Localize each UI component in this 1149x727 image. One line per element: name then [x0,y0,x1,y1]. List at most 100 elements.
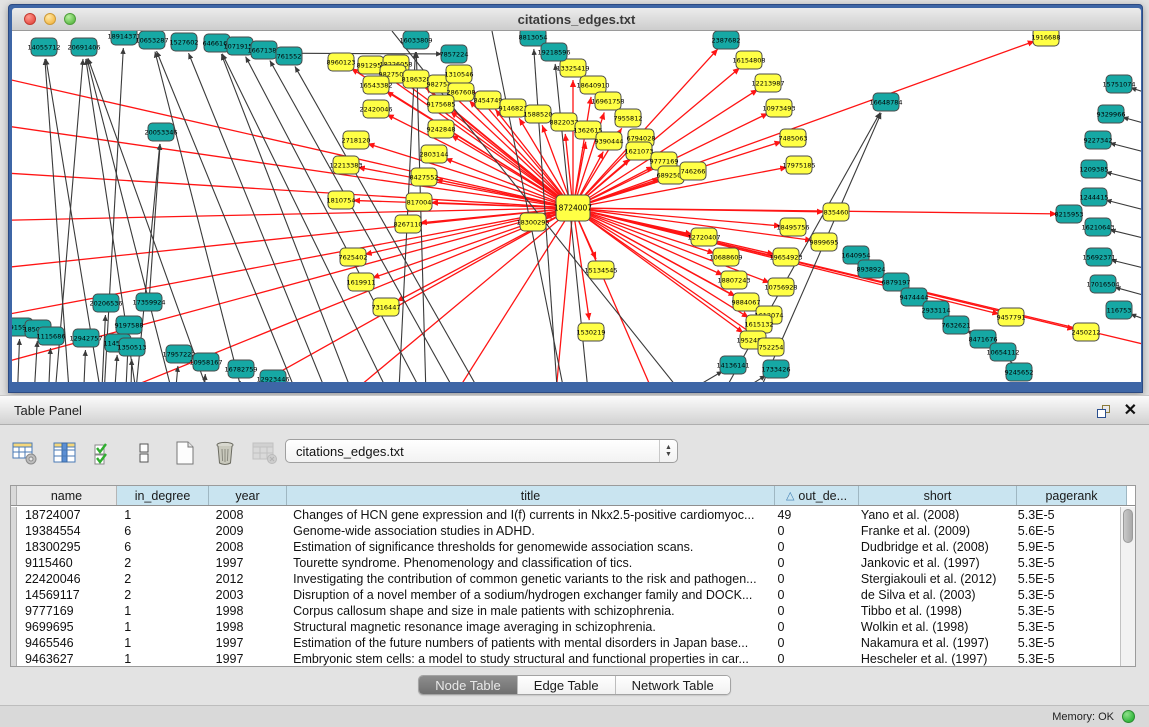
graph-node[interactable]: 9899695 [810,233,839,251]
graph-node[interactable]: 20053346 [144,123,177,141]
table-row[interactable]: 911546021997Tourette syndrome. Phenomeno… [11,555,1119,571]
table-row[interactable]: 946554611997Estimation of the future num… [11,635,1119,651]
graph-node[interactable]: 7632621 [942,316,971,334]
table-cell-title[interactable]: Changes of HCN gene expression and I(f) … [285,507,769,523]
graph-node[interactable]: 12923446 [256,370,289,382]
tab-node-table[interactable]: Node Table [419,676,518,694]
graph-node[interactable]: 116753 [1106,301,1132,319]
graph-node[interactable]: 761552 [276,47,302,65]
table-row[interactable]: 1938455462009Genome-wide association stu… [11,523,1119,539]
graph-node[interactable]: 16210643 [1081,218,1114,236]
graph-node[interactable]: 752254 [758,338,784,356]
graph-node[interactable]: 1310546 [445,65,474,83]
graph-node[interactable]: 1733426 [762,360,791,378]
table-cell-name[interactable]: 9115460 [17,555,116,571]
window-titlebar[interactable]: citations_edges.txt [12,8,1141,31]
table-cell-short[interactable]: Tibbo et al. (1998) [853,603,1010,619]
graph-node[interactable]: 12942757 [69,329,102,347]
table-cell-out_degree[interactable]: 0 [769,555,852,571]
table-row[interactable]: 969969511998Structural magnetic resonanc… [11,619,1119,635]
graph-node[interactable]: 15692371 [1082,248,1115,266]
graph-node[interactable]: 16961758 [591,92,624,110]
table-row[interactable]: 1456911722003Disruption of a novel membe… [11,587,1119,603]
graph-node[interactable]: 1916688 [1032,31,1061,46]
table-cell-in_degree[interactable]: 6 [116,539,207,555]
table-cell-pagerank[interactable]: 5.3E-5 [1010,507,1119,523]
table-cell-title[interactable]: Investigating the contribution of common… [285,571,769,587]
table-cell-pagerank[interactable]: 5.3E-5 [1010,651,1119,666]
graph-node[interactable]: 9329966 [1097,105,1126,123]
table-cell-in_degree[interactable]: 1 [116,651,207,666]
graph-node[interactable]: 14055712 [27,38,60,56]
graph-node[interactable]: 1209385 [1080,160,1109,178]
graph-node[interactable]: 17359924 [132,293,165,311]
graph-node[interactable]: 16543382 [359,76,392,94]
close-panel-icon[interactable]: ✕ [1124,403,1137,419]
table-cell-name[interactable]: 18300295 [17,539,116,555]
table-cell-pagerank[interactable]: 5.3E-5 [1010,603,1119,619]
table-cell-name[interactable]: 22420046 [17,571,116,587]
table-cell-in_degree[interactable]: 6 [116,523,207,539]
table-mode-icon[interactable] [10,438,40,468]
network-view[interactable]: 1872400789601238912954182260589827508165… [12,31,1141,382]
table-cell-name[interactable]: 14569117 [17,587,116,603]
graph-node[interactable]: 1810754 [327,191,356,209]
table-cell-in_degree[interactable]: 1 [116,603,207,619]
graph-node[interactable]: 8938924 [857,260,886,278]
graph-node[interactable]: 7955812 [614,109,643,127]
graph-node[interactable]: 16154808 [732,51,765,69]
graph-node[interactable]: 22420046 [359,100,392,118]
scrollbar-thumb[interactable] [1123,509,1133,543]
graph-node[interactable]: 2387682 [712,31,741,49]
graph-node[interactable]: 835460 [823,203,849,221]
table-selector[interactable]: citations_edges.txt ▲▼ [285,439,678,463]
graph-node[interactable]: 1527602 [170,33,199,51]
table-cell-pagerank[interactable]: 5.3E-5 [1010,619,1119,635]
select-all-rows-icon[interactable] [90,438,120,468]
table-cell-out_degree[interactable]: 0 [769,651,852,666]
graph-node[interactable]: 10756928 [764,278,797,296]
graph-node[interactable]: 1619911 [347,273,376,291]
graph-node[interactable]: 20206536 [89,294,122,312]
table-cell-in_degree[interactable]: 1 [116,507,207,523]
table-cell-pagerank[interactable]: 5.6E-5 [1010,523,1119,539]
table-cell-year[interactable]: 1997 [208,635,285,651]
delete-column-icon[interactable] [210,438,240,468]
column-header-pagerank[interactable]: pagerank [1017,486,1127,505]
table-cell-pagerank[interactable]: 5.3E-5 [1010,635,1119,651]
graph-node[interactable]: 10654112 [986,343,1019,361]
table-cell-short[interactable]: Dudbridge et al. (2008) [853,539,1010,555]
network-canvas[interactable]: 1872400789601238912954182260589827508165… [12,31,1141,382]
table-cell-name[interactable]: 9463627 [17,651,116,666]
table-cell-title[interactable]: Embryonic stem cells: a model to study s… [285,651,769,666]
table-cell-out_degree[interactable]: 0 [769,523,852,539]
graph-node[interactable]: 1350513 [118,338,147,356]
graph-node[interactable]: 9175685 [427,95,456,113]
table-cell-name[interactable]: 9777169 [17,603,116,619]
table-cell-short[interactable]: Jankovic et al. (1997) [853,555,1010,571]
graph-node[interactable]: 17975185 [782,156,815,174]
table-cell-pagerank[interactable]: 5.3E-5 [1010,587,1119,603]
table-cell-name[interactable]: 9699695 [17,619,116,635]
graph-node[interactable]: 1588520 [524,105,553,123]
graph-node[interactable]: 7485063 [779,129,808,147]
table-row[interactable]: 1872400712008Changes of HCN gene express… [11,507,1119,523]
graph-node[interactable]: 9197588 [115,316,144,334]
show-columns-icon[interactable] [50,438,80,468]
table-cell-year[interactable]: 1997 [208,555,285,571]
graph-node[interactable]: 18495756 [776,218,809,236]
table-cell-title[interactable]: Disruption of a novel member of a sodium… [285,587,769,603]
table-cell-name[interactable]: 9465546 [17,635,116,651]
table-cell-short[interactable]: Franke et al. (2009) [853,523,1010,539]
graph-node[interactable]: 9390444 [595,132,624,150]
column-header-in_degree[interactable]: in_degree [117,486,209,505]
table-cell-out_degree[interactable]: 0 [769,539,852,555]
table-cell-in_degree[interactable]: 2 [116,587,207,603]
table-cell-out_degree[interactable]: 49 [769,507,852,523]
graph-node[interactable]: 19218596 [537,43,570,61]
table-cell-pagerank[interactable]: 5.9E-5 [1010,539,1119,555]
graph-node[interactable]: 8427552 [410,168,439,186]
graph-node[interactable]: 15751074 [1102,75,1135,93]
graph-node[interactable]: 817004 [406,193,432,211]
graph-node[interactable]: 10653287 [135,31,168,49]
